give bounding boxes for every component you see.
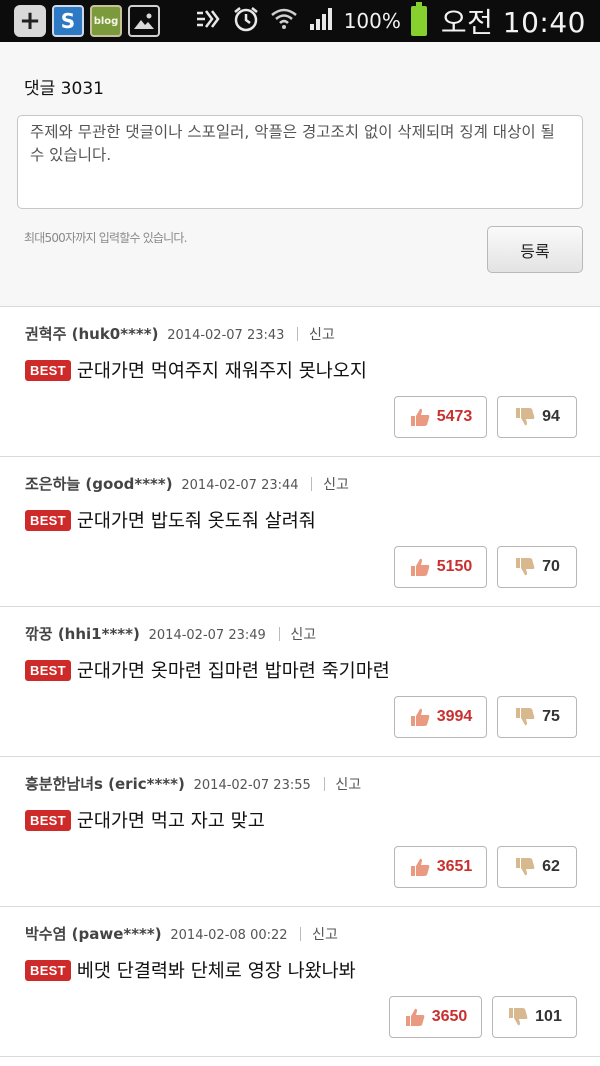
comment-text: 베댓 단결력봐 단체로 영장 나왔나봐 <box>76 961 356 982</box>
thumb-down-icon <box>516 708 535 726</box>
best-badge: BEST <box>25 959 71 981</box>
comment-form: 댓글 3031 최대500자까지 입력할수 있습니다. 등록 <box>0 42 600 307</box>
comment-date: 2014-02-07 23:43 <box>167 328 285 343</box>
report-link[interactable]: 신고 <box>323 477 349 493</box>
comment-meta: 조은하늘 (good****) 2014-02-07 23:44 신고 <box>25 473 349 494</box>
dislike-count: 62 <box>542 858 560 875</box>
comment-date: 2014-02-08 00:22 <box>170 928 288 943</box>
comment-meta: 흥분한남녀s (eric****) 2014-02-07 23:55 신고 <box>25 773 361 794</box>
thumb-up-icon <box>410 558 430 576</box>
best-badge: BEST <box>25 809 71 831</box>
like-button[interactable]: 5473 <box>394 396 487 438</box>
alarm-icon <box>232 5 260 37</box>
comment-list: 권혁주 (huk0****) 2014-02-07 23:43 신고 BEST … <box>0 307 600 1057</box>
comment-item: 흥분한남녀s (eric****) 2014-02-07 23:55 신고 BE… <box>0 757 600 907</box>
like-count: 5473 <box>436 408 473 425</box>
divider <box>297 327 299 341</box>
comment-count: 댓글 3031 <box>24 79 104 99</box>
like-count: 3651 <box>436 858 473 875</box>
comment-item: 박수염 (pawe****) 2014-02-08 00:22 신고 BEST … <box>0 907 600 1057</box>
comment-date: 2014-02-07 23:55 <box>193 778 311 793</box>
comment-text: 군대가면 먹여주지 재워주지 못나오지 <box>76 361 367 382</box>
clock: 오전 10:40 <box>440 6 586 39</box>
comment-item: 깎꿍 (hhi1****) 2014-02-07 23:49 신고 BEST 군… <box>0 607 600 757</box>
comment-body: BEST 베댓 단결력봐 단체로 영장 나왔나봐 <box>25 957 356 983</box>
comment-meta: 권혁주 (huk0****) 2014-02-07 23:43 신고 <box>25 323 335 344</box>
comment-author: 조은하늘 (good****) <box>25 475 173 493</box>
comment-author: 박수염 (pawe****) <box>25 925 162 943</box>
divider <box>278 627 280 641</box>
s-app-label: S <box>60 9 76 33</box>
like-button[interactable]: 5150 <box>394 546 487 588</box>
comment-author: 권혁주 (huk0****) <box>25 325 159 343</box>
like-button[interactable]: 3650 <box>389 996 482 1038</box>
dislike-button[interactable]: 70 <box>497 546 577 588</box>
signal-icon <box>308 6 334 36</box>
mute-icon <box>194 7 222 35</box>
comment-item: 권혁주 (huk0****) 2014-02-07 23:43 신고 BEST … <box>0 307 600 457</box>
dislike-count: 101 <box>535 1008 562 1025</box>
comment-input[interactable] <box>17 115 583 209</box>
submit-button[interactable]: 등록 <box>487 226 583 273</box>
gallery-icon <box>128 5 160 37</box>
dislike-button[interactable]: 62 <box>497 846 577 888</box>
thumb-down-icon <box>516 858 535 876</box>
thumb-down-icon <box>516 408 535 426</box>
thumb-down-icon <box>516 558 535 576</box>
comment-author: 깎꿍 (hhi1****) <box>25 625 140 643</box>
dislike-count: 70 <box>542 558 560 575</box>
dislike-button[interactable]: 75 <box>497 696 577 738</box>
comment-author: 흥분한남녀s (eric****) <box>25 775 185 793</box>
comment-date: 2014-02-07 23:44 <box>181 478 299 493</box>
blog-app-icon: blog <box>90 5 122 37</box>
dislike-button[interactable]: 94 <box>497 396 577 438</box>
comment-body: BEST 군대가면 먹고 자고 맞고 <box>25 807 265 833</box>
add-icon: + <box>14 5 46 37</box>
report-link[interactable]: 신고 <box>335 777 361 793</box>
comment-meta: 깎꿍 (hhi1****) 2014-02-07 23:49 신고 <box>25 623 316 644</box>
comment-body: BEST 군대가면 먹여주지 재워주지 못나오지 <box>25 357 367 383</box>
comment-body: BEST 군대가면 밥도줘 옷도줘 살려줘 <box>25 507 316 533</box>
like-count: 5150 <box>436 558 473 575</box>
dislike-count: 94 <box>542 408 560 425</box>
report-link[interactable]: 신고 <box>290 627 316 643</box>
dislike-button[interactable]: 101 <box>492 996 577 1038</box>
comment-text: 군대가면 먹고 자고 맞고 <box>76 811 265 832</box>
s-app-icon: S <box>52 5 84 37</box>
thumb-up-icon <box>410 408 430 426</box>
thumb-up-icon <box>410 858 430 876</box>
thumb-up-icon <box>405 1008 425 1026</box>
comment-body: BEST 군대가면 옷마련 집마련 밥마련 죽기마련 <box>25 657 390 683</box>
report-link[interactable]: 신고 <box>312 927 338 943</box>
like-button[interactable]: 3994 <box>394 696 487 738</box>
divider <box>300 927 302 941</box>
char-limit-note: 최대500자까지 입력할수 있습니다. <box>24 231 187 245</box>
like-count: 3650 <box>431 1008 468 1025</box>
divider <box>311 477 313 491</box>
divider <box>323 777 325 791</box>
like-button[interactable]: 3651 <box>394 846 487 888</box>
like-count: 3994 <box>436 708 473 725</box>
comment-date: 2014-02-07 23:49 <box>148 628 266 643</box>
battery-percent: 100% <box>343 9 401 33</box>
best-badge: BEST <box>25 359 71 381</box>
report-link[interactable]: 신고 <box>309 327 335 343</box>
best-badge: BEST <box>25 509 71 531</box>
dislike-count: 75 <box>542 708 560 725</box>
comment-text: 군대가면 옷마련 집마련 밥마련 죽기마련 <box>76 661 390 682</box>
best-badge: BEST <box>25 659 71 681</box>
blog-app-label: blog <box>93 15 119 27</box>
comment-meta: 박수염 (pawe****) 2014-02-08 00:22 신고 <box>25 923 338 944</box>
status-bar: + S blog 100% 오전 10:40 <box>0 0 600 42</box>
thumb-up-icon <box>410 708 430 726</box>
thumb-down-icon <box>509 1008 528 1026</box>
battery-icon <box>410 2 427 36</box>
comment-text: 군대가면 밥도줘 옷도줘 살려줘 <box>76 511 316 532</box>
comment-item: 조은하늘 (good****) 2014-02-07 23:44 신고 BEST… <box>0 457 600 607</box>
wifi-icon <box>270 6 298 36</box>
